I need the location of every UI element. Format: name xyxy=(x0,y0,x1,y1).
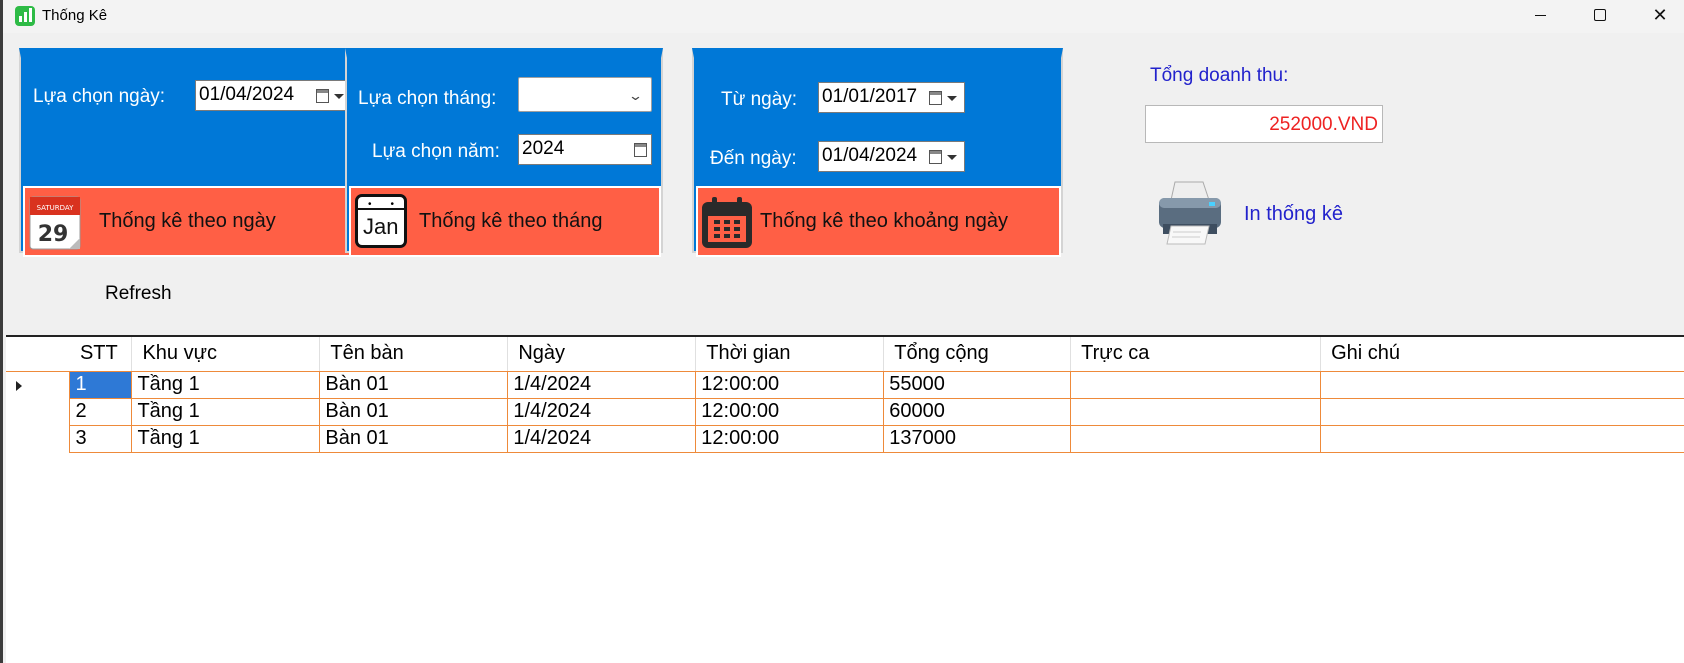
column-header[interactable]: Ngày xyxy=(507,337,697,372)
table-cell[interactable]: 1/4/2024 xyxy=(507,371,697,399)
stat-by-month-button[interactable]: • • Jan Thống kê theo tháng xyxy=(349,186,661,257)
table-cell[interactable]: Tầng 1 xyxy=(131,425,321,453)
table-cell[interactable]: 137000 xyxy=(883,425,1072,453)
panel-by-month: Lựa chọn tháng: ⌄ Lựa chọn năm: 2024 • •… xyxy=(345,48,663,257)
day-date-value: 01/04/2024 xyxy=(199,84,295,105)
table-cell[interactable]: 55000 xyxy=(883,371,1072,399)
select-year-label: Lựa chọn năm: xyxy=(372,141,500,162)
calendar-month-icon: • • Jan xyxy=(355,194,407,248)
from-date-value: 01/01/2017 xyxy=(822,86,918,107)
dropdown-arrow-icon xyxy=(947,96,957,101)
column-header[interactable]: Trực ca xyxy=(1070,337,1322,372)
table-cell[interactable] xyxy=(1320,425,1684,453)
minimize-icon xyxy=(1534,14,1546,16)
title-bar: Thống Kê ✕ xyxy=(3,0,1684,33)
svg-text:SATURDAY: SATURDAY xyxy=(37,204,75,212)
minimize-button[interactable] xyxy=(1510,0,1570,30)
dropdown-arrow-icon xyxy=(947,155,957,160)
statistics-grid: STT Khu vực Tên bàn Ngày Thời gian Tổng … xyxy=(6,335,1684,663)
calendar-icon xyxy=(634,143,647,157)
column-header[interactable]: Tổng cộng xyxy=(883,337,1072,372)
stat-by-day-label: Thống kê theo ngày xyxy=(99,210,276,232)
table-cell[interactable]: Bàn 01 xyxy=(319,398,509,426)
table-cell[interactable] xyxy=(1320,398,1684,426)
stat-by-range-label: Thống kê theo khoảng ngày xyxy=(760,210,1008,232)
chevron-down-icon: ⌄ xyxy=(627,88,644,103)
statistics-table: STT Khu vực Tên bàn Ngày Thời gian Tổng … xyxy=(6,337,1684,453)
current-row-arrow-icon xyxy=(16,380,22,391)
from-date-label: Từ ngày: xyxy=(721,89,798,110)
row-header[interactable] xyxy=(6,398,71,425)
table-cell[interactable] xyxy=(1320,371,1684,399)
table-cell[interactable]: Tầng 1 xyxy=(131,371,321,399)
total-revenue-value: 252000.VND xyxy=(1269,114,1378,135)
table-cell[interactable]: Tầng 1 xyxy=(131,398,321,426)
column-header[interactable]: Thời gian xyxy=(695,337,885,372)
calendar-icon xyxy=(929,150,942,164)
table-cell[interactable] xyxy=(1070,371,1322,399)
table-cell[interactable]: 3 xyxy=(69,425,133,453)
table-cell[interactable]: 2 xyxy=(69,398,133,426)
table-cell[interactable]: 1 xyxy=(69,371,133,399)
table-cell[interactable]: 60000 xyxy=(883,398,1072,426)
print-statistics-link[interactable]: In thống kê xyxy=(1244,203,1343,226)
to-date-value: 01/04/2024 xyxy=(822,145,918,166)
row-header-corner xyxy=(6,337,70,372)
total-revenue-label: Tổng doanh thu: xyxy=(1150,65,1289,86)
year-value: 2024 xyxy=(522,138,565,159)
printer-icon[interactable] xyxy=(1153,180,1227,246)
statistics-window: Thống Kê ✕ Lựa chọn ngày: 01/04/2024 SAT… xyxy=(0,0,1684,663)
window-title: Thống Kê xyxy=(42,7,108,24)
stat-by-month-label: Thống kê theo tháng xyxy=(419,210,603,232)
dropdown-arrow-icon xyxy=(334,94,344,99)
panel-by-range: Từ ngày: 01/01/2017 Đến ngày: 01/04/2024 xyxy=(692,48,1063,257)
row-header[interactable] xyxy=(6,425,71,452)
select-month-label: Lựa chọn tháng: xyxy=(358,88,497,109)
column-header[interactable]: Ghi chú xyxy=(1320,337,1684,372)
svg-text:29: 29 xyxy=(38,222,69,247)
table-cell[interactable]: 1/4/2024 xyxy=(507,425,697,453)
table-cell[interactable]: 1/4/2024 xyxy=(507,398,697,426)
table-cell[interactable] xyxy=(1070,425,1322,453)
stat-by-range-button[interactable]: Thống kê theo khoảng ngày xyxy=(696,186,1061,257)
panel-by-day: Lựa chọn ngày: 01/04/2024 SATURDAY 29 Th… xyxy=(19,48,359,257)
calendar-day-icon: SATURDAY 29 xyxy=(29,196,81,250)
day-date-picker[interactable]: 01/04/2024 xyxy=(195,80,352,111)
close-icon: ✕ xyxy=(1652,4,1668,25)
table-row[interactable]: 2 Tầng 1 Bàn 01 1/4/2024 12:00:00 60000 xyxy=(6,398,1684,426)
table-cell[interactable]: 12:00:00 xyxy=(695,371,885,399)
table-header-row: STT Khu vực Tên bàn Ngày Thời gian Tổng … xyxy=(6,337,1684,372)
column-header[interactable]: STT xyxy=(69,337,133,372)
table-cell[interactable] xyxy=(1070,398,1322,426)
app-chart-icon xyxy=(15,6,35,26)
maximize-icon xyxy=(1594,9,1606,21)
maximize-button[interactable] xyxy=(1570,0,1630,30)
close-button[interactable]: ✕ xyxy=(1630,0,1684,30)
to-date-label: Đến ngày: xyxy=(710,148,797,169)
month-combobox[interactable]: ⌄ xyxy=(518,77,652,112)
column-header[interactable]: Khu vực xyxy=(131,337,321,372)
table-row[interactable]: 1 Tầng 1 Bàn 01 1/4/2024 12:00:00 55000 xyxy=(6,371,1684,399)
column-header[interactable]: Tên bàn xyxy=(319,337,509,372)
from-date-picker[interactable]: 01/01/2017 xyxy=(818,82,965,113)
select-day-label: Lựa chọn ngày: xyxy=(33,86,166,107)
total-revenue-field: 252000.VND xyxy=(1145,105,1383,143)
refresh-button[interactable]: Refresh xyxy=(105,283,172,305)
table-cell[interactable]: Bàn 01 xyxy=(319,371,509,399)
table-row[interactable]: 3 Tầng 1 Bàn 01 1/4/2024 12:00:00 137000 xyxy=(6,425,1684,453)
calendar-icon xyxy=(929,91,942,105)
table-cell[interactable]: 12:00:00 xyxy=(695,425,885,453)
calendar-range-icon xyxy=(702,197,752,248)
row-header[interactable] xyxy=(6,371,71,398)
table-cell[interactable]: 12:00:00 xyxy=(695,398,885,426)
stat-by-day-button[interactable]: SATURDAY 29 Thống kê theo ngày xyxy=(23,186,357,257)
year-picker[interactable]: 2024 xyxy=(518,134,652,165)
calendar-icon xyxy=(316,89,329,103)
to-date-picker[interactable]: 01/04/2024 xyxy=(818,141,965,172)
table-cell[interactable]: Bàn 01 xyxy=(319,425,509,453)
